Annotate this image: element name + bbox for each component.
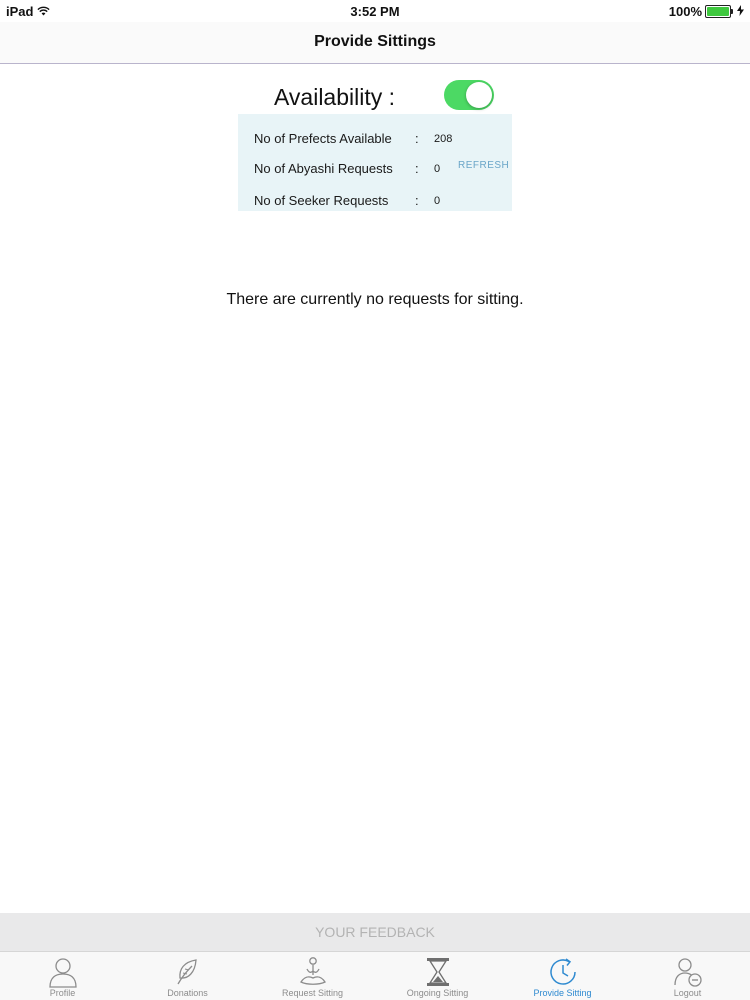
feedback-button[interactable]: YOUR FEEDBACK [0, 913, 750, 951]
stats-panel: No of Prefects Available : 208 No of Aby… [238, 114, 512, 211]
user-icon [48, 958, 77, 988]
empty-state-message: There are currently no requests for sitt… [226, 291, 524, 308]
tab-request-sitting[interactable]: Request Sitting [250, 952, 375, 1000]
tab-label-provide-sitting: Provide Sitting [533, 988, 592, 998]
tab-label-request-sitting: Request Sitting [281, 988, 344, 998]
screen: iPad 3:52 PM 100% Provide Sittings Avail… [0, 0, 750, 1000]
toggle-knob [466, 82, 492, 108]
page-title: Provide Sittings [314, 33, 436, 50]
seeker-requests-label: No of Seeker Requests [254, 193, 389, 208]
battery-icon [705, 5, 733, 18]
tab-bar: Profile Donations Request Sitting Ongoin… [0, 951, 750, 1000]
tab-logout[interactable]: Logout [625, 952, 750, 1000]
tab-label-ongoing-sitting: Ongoing Sitting [406, 988, 469, 998]
status-time: 3:52 PM [350, 4, 400, 19]
prefects-available-label: No of Prefects Available [254, 131, 392, 146]
charging-bolt-icon [737, 4, 744, 19]
leaf-icon [176, 959, 197, 985]
availability-toggle[interactable] [444, 80, 494, 110]
tab-profile[interactable]: Profile [0, 952, 125, 1000]
status-right: 100% [669, 4, 744, 19]
tab-label-profile: Profile [49, 988, 76, 998]
refresh-button[interactable]: REFRESH [458, 160, 509, 171]
availability-label: Availability : [274, 84, 396, 110]
status-bar: iPad 3:52 PM 100% [0, 0, 750, 22]
hourglass-icon [426, 958, 449, 986]
abyashi-requests-label: No of Abyashi Requests [254, 161, 393, 176]
tab-provide-sitting[interactable]: Provide Sitting [500, 952, 625, 1000]
abyashi-colon: : [415, 161, 419, 176]
logout-user-icon [673, 958, 702, 987]
battery-percent: 100% [668, 4, 702, 19]
seeker-requests-value: 0 [434, 195, 441, 207]
prefects-colon: : [415, 131, 419, 146]
nav-bar: Provide Sittings [0, 22, 750, 64]
clock-icon [549, 958, 576, 985]
abyashi-requests-value: 0 [434, 163, 441, 175]
prefects-available-value: 208 [434, 133, 453, 145]
tab-donations[interactable]: Donations [125, 952, 250, 1000]
tab-label-logout: Logout [673, 988, 702, 998]
tab-ongoing-sitting[interactable]: Ongoing Sitting [375, 952, 500, 1000]
tab-label-donations: Donations [167, 988, 208, 998]
seeker-colon: : [415, 193, 419, 208]
availability-row: Availability : [274, 80, 514, 114]
meditation-icon [299, 957, 326, 985]
